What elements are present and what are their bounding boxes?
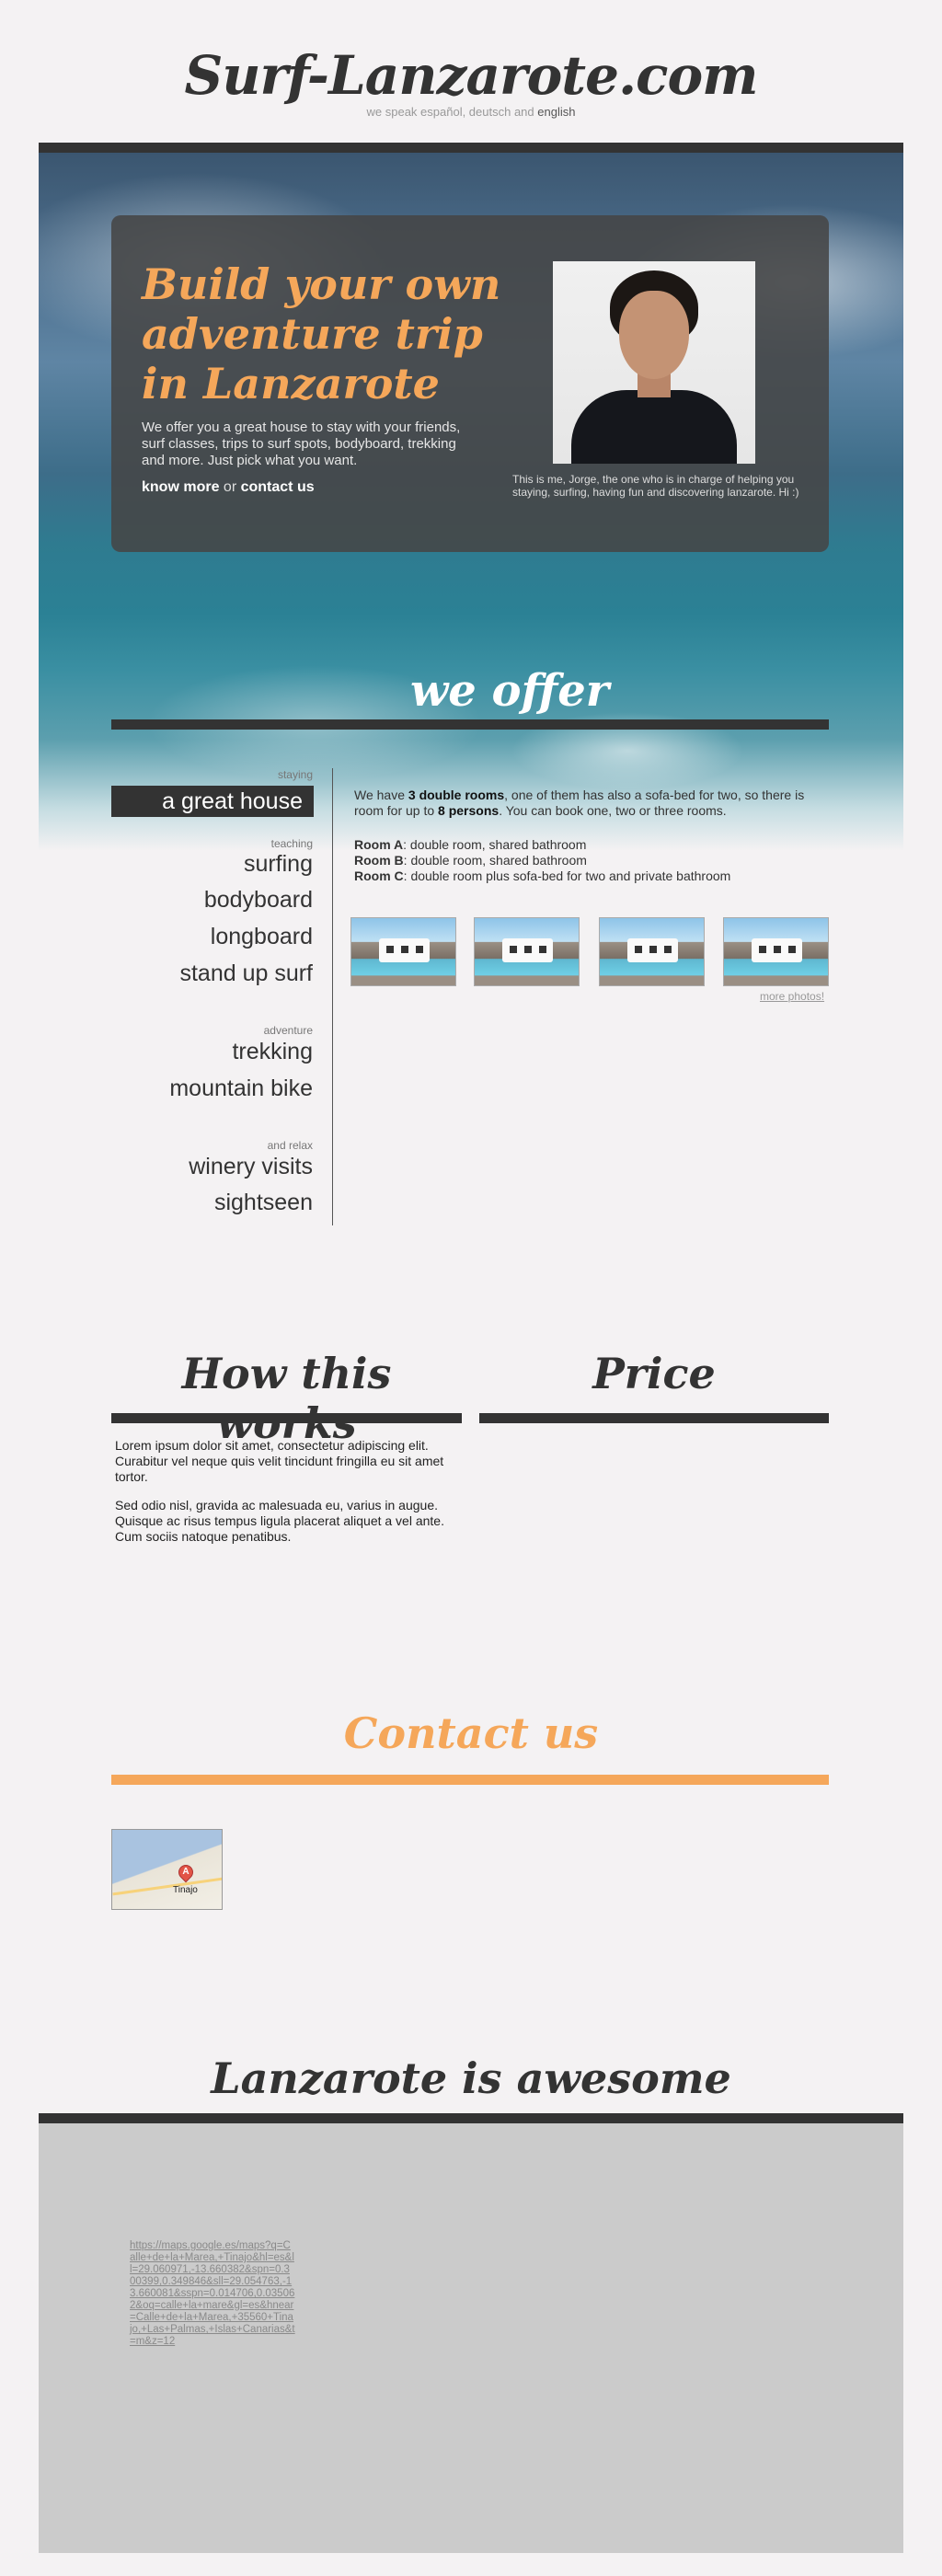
hero-links-or: or — [219, 479, 241, 495]
offer-item-great-house[interactable]: a great house — [111, 786, 314, 817]
house-desc-text-3: . You can book one, two or three rooms. — [499, 803, 727, 818]
offer-item-winery-visits[interactable]: winery visits — [189, 1154, 313, 1180]
house-rooms-count: 3 double rooms — [408, 788, 505, 802]
site-title[interactable]: Surf-Lanzarote.com — [0, 44, 942, 107]
profile-photo — [553, 261, 755, 464]
map-road — [112, 1877, 222, 1896]
room-c-desc: : double room plus sofa-bed for two and … — [403, 868, 731, 883]
photo-shirt — [571, 390, 737, 464]
house-photo-thumbnail[interactable] — [474, 917, 580, 986]
room-b-name: Room B — [354, 853, 404, 868]
how-divider-bar — [111, 1413, 462, 1423]
category-label-adventure: adventure — [263, 1024, 313, 1037]
room-a-desc: : double room, shared bathroom — [403, 837, 587, 852]
photo-face — [619, 291, 689, 379]
hero-heading: Build your own adventure trip in Lanzaro… — [142, 259, 501, 408]
how-paragraph-2: Sed odio nisl, gravida ac malesuada eu, … — [115, 1498, 444, 1544]
language-selector: we speak español, deutsch and english — [0, 105, 942, 119]
hero-panel: Build your own adventure trip in Lanzaro… — [111, 215, 829, 552]
offer-item-bodyboard[interactable]: bodyboard — [204, 887, 313, 914]
map-town-label: Tinajo — [173, 1885, 198, 1895]
room-c: Room C: double room plus sofa-bed for tw… — [354, 868, 833, 884]
category-label-staying: staying — [277, 768, 313, 781]
offer-item-mountain-bike[interactable]: mountain bike — [169, 1075, 313, 1102]
house-photo-thumbnail[interactable] — [350, 917, 456, 986]
awesome-title: Lanzarote is awesome — [211, 2053, 731, 2103]
more-photos-link[interactable]: more photos! — [760, 990, 824, 1003]
offer-item-sightseen[interactable]: sightseen — [214, 1190, 313, 1216]
map-pin-letter: A — [182, 1867, 190, 1877]
price-divider-bar — [479, 1413, 829, 1423]
google-maps-link[interactable]: https://maps.google.es/maps?q=Calle+de+l… — [130, 2240, 295, 2348]
profile-caption: This is me, Jorge, the one who is in cha… — [512, 473, 799, 499]
house-desc-text-1: We have — [354, 788, 408, 802]
offer-item-longboard[interactable]: longboard — [211, 924, 313, 950]
price-title: Price — [592, 1349, 716, 1398]
contact-map[interactable]: A Tinajo — [111, 1829, 223, 1910]
we-offer-title: we offer — [409, 665, 610, 717]
room-b-desc: : double room, shared bathroom — [403, 853, 587, 868]
offer-vertical-divider — [332, 768, 333, 1225]
offer-divider-bar — [111, 719, 829, 730]
room-a: Room A: double room, shared bathroom — [354, 837, 833, 853]
room-b: Room B: double room, shared bathroom — [354, 853, 833, 868]
hero-description: We offer you a great house to stay with … — [142, 420, 461, 468]
room-list: Room A: double room, shared bathroom Roo… — [354, 837, 833, 884]
contact-us-link[interactable]: contact us — [241, 479, 315, 495]
house-photo-thumbnail[interactable] — [723, 917, 829, 986]
language-current[interactable]: english — [537, 105, 575, 119]
how-paragraph-1: Lorem ipsum dolor sit amet, consectetur … — [115, 1438, 444, 1484]
room-a-name: Room A — [354, 837, 404, 852]
language-options[interactable]: we speak español, deutsch and — [367, 105, 538, 119]
offer-item-surfing[interactable]: surfing — [244, 851, 313, 878]
offer-item-stand-up-surf[interactable]: stand up surf — [179, 960, 313, 987]
offer-item-trekking[interactable]: trekking — [232, 1039, 313, 1065]
know-more-link[interactable]: know more — [142, 479, 219, 495]
house-photo-thumbnail[interactable] — [599, 917, 705, 986]
how-this-works-title: How this works — [181, 1349, 392, 1448]
room-c-name: Room C — [354, 868, 404, 883]
contact-divider-bar — [111, 1775, 829, 1785]
category-label-relax: and relax — [267, 1139, 313, 1152]
house-capacity: 8 persons — [438, 803, 500, 818]
contact-title: Contact us — [343, 1708, 599, 1758]
house-description: We have 3 double rooms, one of them has … — [354, 788, 833, 819]
hero-links: know more or contact us — [142, 479, 315, 496]
category-label-teaching: teaching — [270, 837, 313, 850]
